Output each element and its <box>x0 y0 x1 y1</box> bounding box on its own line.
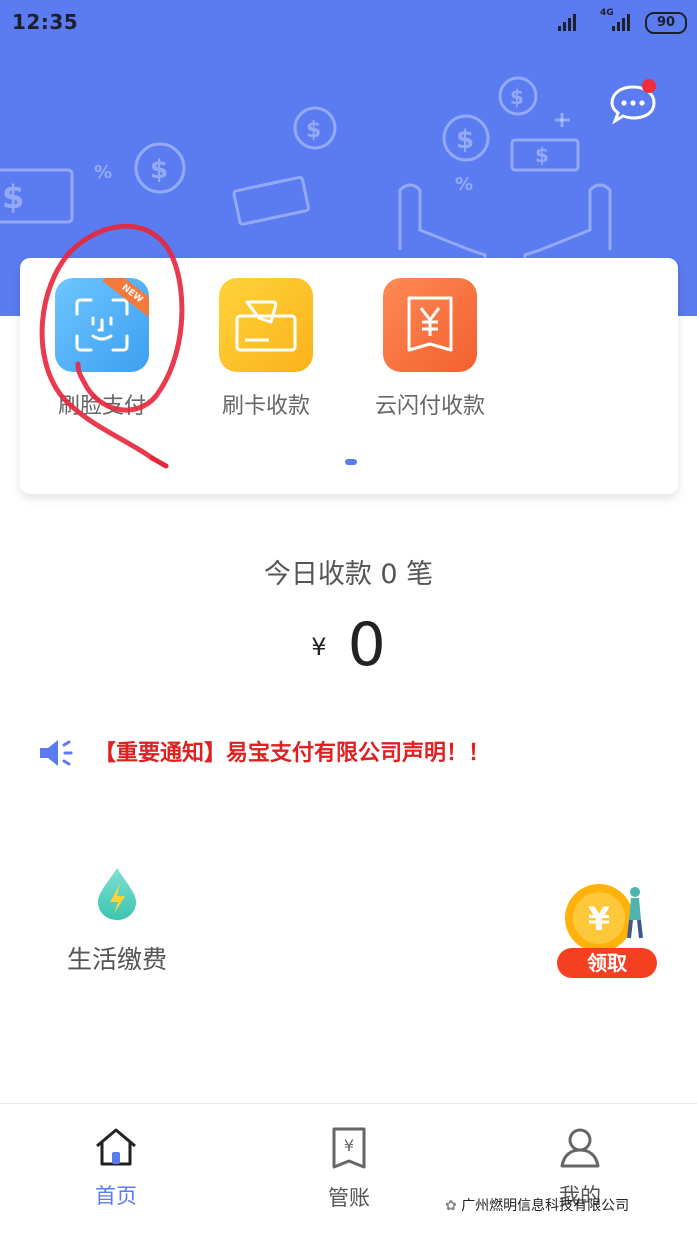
amount-value: 0 <box>347 610 386 680</box>
card-swipe-icon <box>219 278 313 372</box>
receipt-yuan-icon <box>383 278 477 372</box>
watermark-text: 广州燃明信息科技有限公司 <box>461 1198 630 1214</box>
today-summary: 今日收款 0 笔 <box>263 559 434 590</box>
currency-symbol: ¥ <box>311 633 327 661</box>
user-icon <box>560 1128 600 1168</box>
nav-accounts-label: 管账 <box>328 1186 370 1210</box>
nav-home[interactable]: 首页 <box>56 1126 176 1210</box>
status-bar: 12:35 4G 90 <box>0 0 697 48</box>
ledger-icon: ¥ <box>332 1127 366 1169</box>
svg-text:%: % <box>94 162 112 183</box>
today-amount: ¥ 0 <box>0 610 697 680</box>
face-scan-icon: NEW <box>55 278 149 372</box>
water-drop-icon <box>98 868 136 920</box>
svg-text:¥: ¥ <box>588 900 610 938</box>
message-unread-dot <box>642 79 656 93</box>
svg-text:$: $ <box>456 125 474 155</box>
life-payment-label: 生活缴费 <box>66 945 167 974</box>
battery-level: 90 <box>645 12 687 34</box>
bottom-nav: 首页 ¥ 管账 我的 <box>0 1103 697 1240</box>
quick-actions-card: NEW 刷脸支付 刷卡收款 云闪付收款 <box>20 258 678 494</box>
notice-text[interactable]: 【重要通知】易宝支付有限公司声明！！ <box>94 735 490 767</box>
life-payment-tile[interactable]: 生活缴费 <box>52 866 182 976</box>
card-swipe-label: 刷卡收款 <box>221 394 310 419</box>
face-pay-tile[interactable]: NEW 刷脸支付 <box>42 278 162 420</box>
status-time: 12:35 <box>12 10 79 34</box>
claim-button[interactable]: 领取 <box>557 948 657 978</box>
svg-text:$: $ <box>150 155 168 185</box>
face-pay-label: 刷脸支付 <box>57 394 146 419</box>
quickpass-tile[interactable]: 云闪付收款 <box>370 278 490 420</box>
svg-text:$: $ <box>535 143 549 167</box>
svg-text:%: % <box>455 174 473 195</box>
svg-text:¥: ¥ <box>344 1136 354 1155</box>
gold-coin-icon: ¥ <box>565 884 643 952</box>
nav-home-label: 首页 <box>95 1184 137 1208</box>
notice-bar[interactable]: 【重要通知】易宝支付有限公司声明！！ <box>38 735 678 771</box>
speaker-icon <box>40 740 73 766</box>
promo-claim[interactable]: ¥ 领取 <box>555 880 665 980</box>
watermark: ✿ 广州燃明信息科技有限公司 <box>445 1195 629 1215</box>
svg-text:$: $ <box>2 178 24 216</box>
carousel-indicator <box>345 459 357 465</box>
svg-text:$: $ <box>306 118 321 143</box>
nav-accounts[interactable]: ¥ 管账 <box>289 1126 409 1212</box>
signal-icon <box>558 12 578 31</box>
wechat-icon: ✿ <box>445 1198 462 1214</box>
signal-4g-icon <box>612 12 632 31</box>
quickpass-label: 云闪付收款 <box>374 394 485 419</box>
svg-text:$: $ <box>510 85 524 109</box>
home-icon <box>96 1128 136 1166</box>
card-swipe-tile[interactable]: 刷卡收款 <box>206 278 326 420</box>
